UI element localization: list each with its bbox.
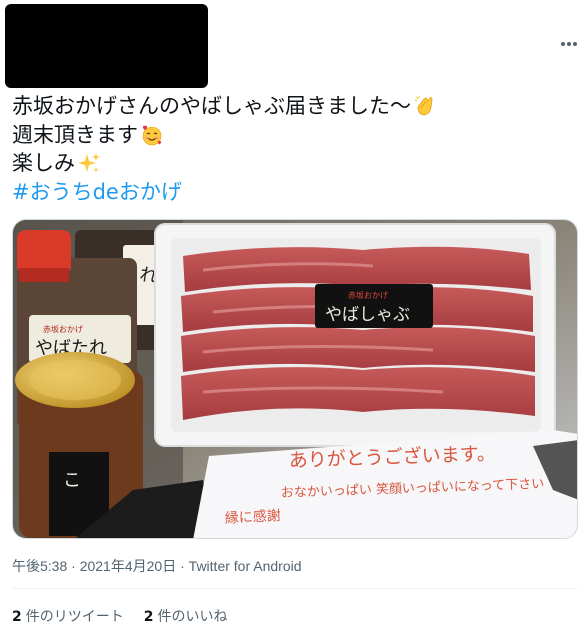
smiling-face-with-hearts-emoji bbox=[142, 125, 162, 146]
tray-label-main: やばしゃぶ bbox=[325, 305, 410, 325]
card-line-3: 縁に感謝 bbox=[224, 507, 281, 527]
tweet-line-text: 赤坂おかげさんのやばしゃぶ届きました〜 bbox=[12, 94, 411, 118]
tweet-line-3: 楽しみ bbox=[12, 149, 572, 178]
bottle-label-small: 赤坂おかげ bbox=[43, 324, 83, 334]
engagement-stats: 2 件のリツイート 2 件のいいね bbox=[12, 606, 228, 626]
tweet-line-2: 週末頂きます bbox=[12, 121, 572, 150]
divider bbox=[12, 588, 578, 589]
tweet-line-1: 赤坂おかげさんのやばしゃぶ届きました〜 bbox=[12, 92, 572, 121]
tweet-text: 赤坂おかげさんのやばしゃぶ届きました〜 週末頂きます 楽しみ #おうちdeおかげ bbox=[12, 92, 572, 206]
meta-separator: · bbox=[67, 558, 80, 574]
tweet-date[interactable]: 2021年4月20日 bbox=[80, 558, 177, 574]
tweet-line-text: 楽しみ bbox=[12, 151, 75, 175]
svg-text:こ: こ bbox=[63, 470, 81, 491]
meat-slices bbox=[181, 246, 535, 420]
more-horizontal-icon bbox=[561, 42, 577, 46]
likes-count: 2 bbox=[143, 609, 154, 625]
retweets-label: 件のリツイート bbox=[25, 608, 124, 624]
tweet-meta: 午後5:38 · 2021年4月20日 · Twitter for Androi… bbox=[12, 556, 302, 576]
sparkles-emoji bbox=[78, 153, 100, 173]
clapping-hands-emoji bbox=[414, 96, 433, 116]
retweets-stat[interactable]: 2 件のリツイート bbox=[12, 606, 124, 626]
tray-label-small: 赤坂おかげ bbox=[348, 290, 388, 300]
redacted-profile-block bbox=[5, 4, 208, 88]
tweet-source[interactable]: Twitter for Android bbox=[189, 558, 302, 574]
more-options-button[interactable] bbox=[556, 34, 582, 54]
likes-stat[interactable]: 2 件のいいね bbox=[144, 606, 228, 626]
meta-separator: · bbox=[176, 558, 189, 574]
tweet-photo[interactable]: れ 赤坂おかげ やばたれ こ 赤坂おかげ やばしゃぶ ありがとうございます。 お… bbox=[12, 219, 578, 539]
tweet-line-text: 週末頂きます bbox=[12, 122, 138, 147]
tweet-line-4: #おうちdeおかげ bbox=[12, 178, 572, 207]
hashtag-link[interactable]: #おうちdeおかげ bbox=[12, 178, 182, 207]
tweet-time[interactable]: 午後5:38 bbox=[12, 558, 67, 574]
photo-illustration: れ 赤坂おかげ やばたれ こ 赤坂おかげ やばしゃぶ ありがとうございます。 お… bbox=[13, 220, 577, 538]
likes-label: 件のいいね bbox=[157, 608, 228, 624]
retweets-count: 2 bbox=[12, 609, 22, 625]
